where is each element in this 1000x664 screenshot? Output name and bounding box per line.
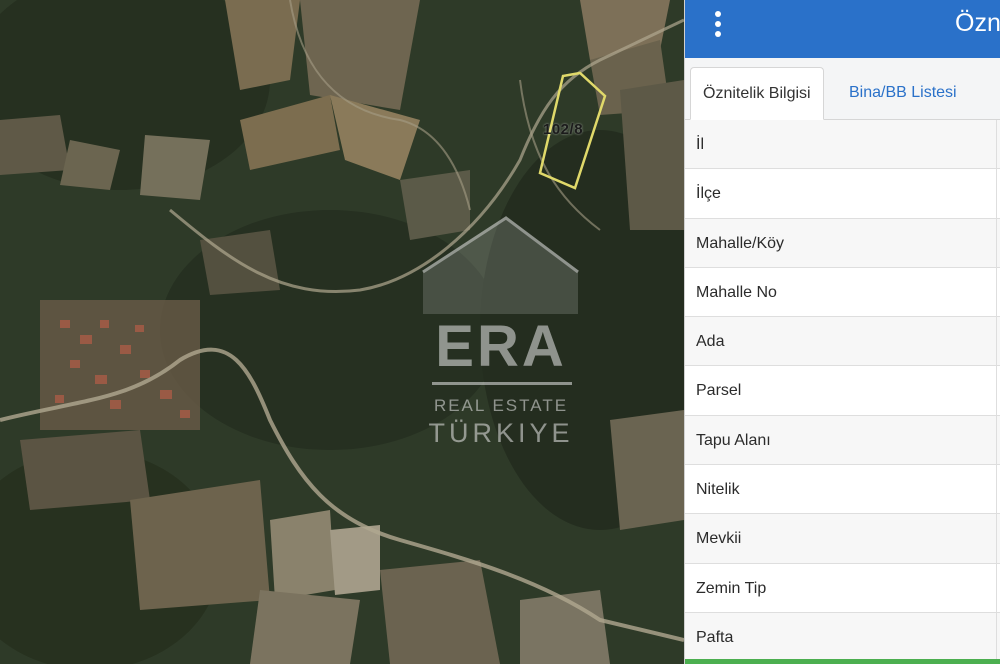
table-row-tapu-alani: Tapu Alanı (685, 415, 1000, 466)
row-label: Mahalle/Köy (696, 234, 785, 252)
row-label: Pafta (696, 628, 734, 646)
satellite-map[interactable]: 102/8 ERA REAL ESTATE TÜRKIYE (0, 0, 684, 664)
row-label: Nitelik (696, 481, 740, 499)
table-row-ada: Ada (685, 317, 1000, 367)
row-label: Tapu Alanı (696, 431, 771, 449)
table-row-parsel: Parsel (685, 366, 1000, 416)
parcel-number-label: 102/8 (543, 121, 584, 138)
row-label: Parsel (696, 382, 742, 400)
satellite-imagery (0, 0, 684, 664)
vertical-dots-icon[interactable] (711, 11, 725, 37)
panel-title: Özn (955, 9, 1000, 37)
row-label: İl (696, 136, 704, 153)
attribute-table: İl İlçe Mahalle/Köy Mahalle No Ada Parse… (685, 120, 1000, 663)
row-label: Zemin Tip (696, 579, 767, 597)
table-row-pafta: Pafta (685, 612, 1000, 663)
table-row-zemin-tip: Zemin Tip (685, 563, 1000, 613)
table-row-mahalle-koy: Mahalle/Köy (685, 218, 1000, 268)
row-label: İlçe (696, 185, 721, 203)
table-row-nitelik: Nitelik (685, 465, 1000, 515)
table-row-mahalle-no: Mahalle No (685, 267, 1000, 318)
tab-building-list[interactable]: Bina/BB Listesi (837, 67, 969, 120)
panel-bottom-accent (685, 659, 1000, 664)
attribute-panel: Özn Öznitelik Bilgisi Bina/BB Listesi İl… (684, 0, 1000, 664)
panel-tabs: Öznitelik Bilgisi Bina/BB Listesi (685, 58, 1000, 120)
panel-header: Özn (685, 0, 1000, 58)
table-row-mevkii: Mevkii (685, 514, 1000, 564)
row-label: Mevkii (696, 530, 742, 548)
row-label: Ada (696, 333, 725, 351)
tab-attribute-info[interactable]: Öznitelik Bilgisi (690, 67, 824, 120)
row-label: Mahalle No (696, 283, 777, 301)
table-row-il: İl (685, 120, 1000, 170)
table-row-ilce: İlçe (685, 169, 1000, 219)
